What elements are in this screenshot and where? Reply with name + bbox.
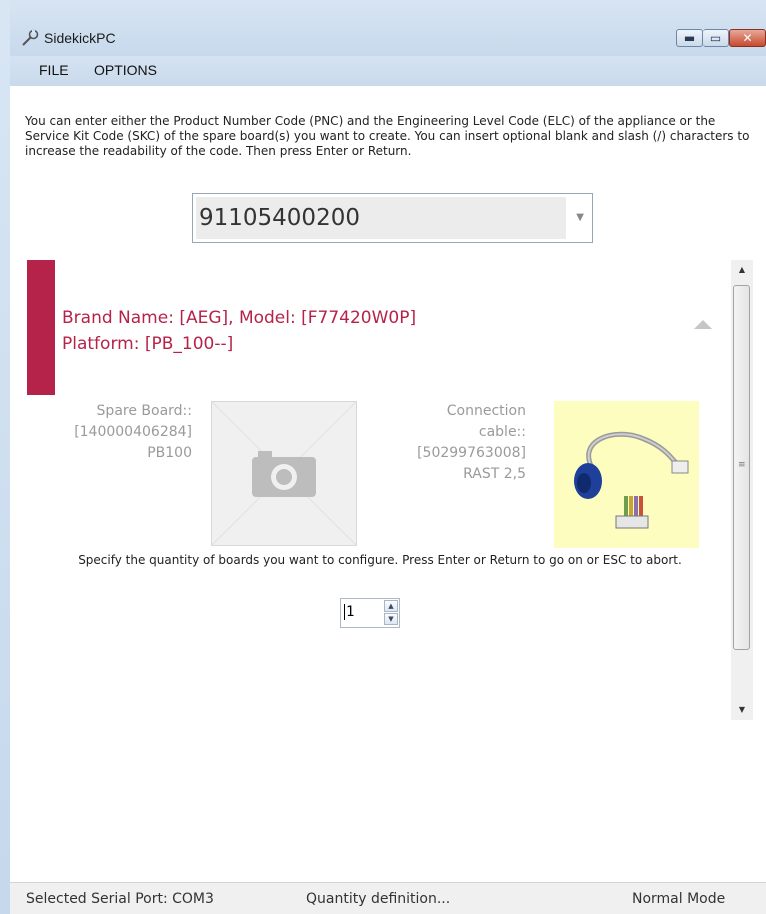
collapse-icon[interactable]	[694, 320, 712, 329]
instructions-text: You can enter either the Product Number …	[25, 114, 750, 158]
product-accent-bar	[27, 260, 55, 395]
minimize-button[interactable]: ▬	[676, 29, 703, 47]
chevron-down-icon[interactable]: ▼	[576, 212, 584, 223]
menu-file[interactable]: FILE	[39, 62, 69, 78]
status-bar: Selected Serial Port: COM3 Quantity defi…	[10, 882, 766, 914]
maximize-icon: ▭	[709, 31, 722, 45]
code-value: 91105400200	[199, 205, 360, 231]
window-title: SidekickPC	[44, 30, 116, 46]
spin-up-button[interactable]: ▲	[384, 600, 398, 612]
status-mode: Normal Mode	[632, 891, 726, 907]
connection-cable-image	[554, 401, 699, 548]
quantity-prompt: Specify the quantity of boards you want …	[78, 553, 682, 567]
spare-board-image	[211, 401, 357, 546]
spin-down-button[interactable]: ▼	[384, 613, 398, 625]
scroll-down-icon[interactable]: ▼	[731, 700, 753, 720]
title-bar: SidekickPC ▬ ▭ ✕	[0, 0, 766, 56]
code-combobox[interactable]: 91105400200 ▼	[192, 193, 593, 243]
product-info: Brand Name: [AEG], Model: [F77420W0P] Pl…	[62, 305, 416, 357]
app-window: SidekickPC ▬ ▭ ✕ FILE OPTIONS You can en…	[0, 0, 766, 914]
cable-icon	[574, 431, 689, 529]
window-frame	[0, 0, 10, 914]
camera-icon	[211, 401, 357, 546]
spare-board-label: Spare Board:: [140000406284] PB100	[74, 403, 192, 461]
scroll-up-icon[interactable]: ▲	[731, 260, 753, 280]
close-button[interactable]: ✕	[729, 29, 766, 47]
maximize-button[interactable]: ▭	[703, 29, 729, 47]
brand-model-label: Brand Name: [AEG], Model: [F77420W0P]	[62, 308, 417, 328]
minimize-icon: ▬	[683, 31, 696, 45]
close-icon: ✕	[742, 31, 753, 45]
wrench-icon	[22, 29, 39, 46]
connection-cable-label: Connection cable:: [50299763008] RAST 2,…	[417, 403, 526, 482]
quantity-value[interactable]: 1	[344, 604, 354, 620]
quantity-stepper[interactable]: 1 ▲ ▼	[340, 598, 400, 628]
status-port: Selected Serial Port: COM3	[26, 891, 214, 907]
menu-bar: FILE OPTIONS	[10, 56, 766, 86]
grip-icon: ≡	[738, 460, 746, 470]
platform-label: Platform: [PB_100--]	[62, 334, 234, 354]
menu-options[interactable]: OPTIONS	[94, 62, 157, 78]
scroll-thumb[interactable]: ≡	[733, 285, 750, 650]
status-state: Quantity definition...	[306, 891, 451, 907]
vertical-scrollbar[interactable]: ▲ ≡ ▼	[731, 260, 753, 720]
